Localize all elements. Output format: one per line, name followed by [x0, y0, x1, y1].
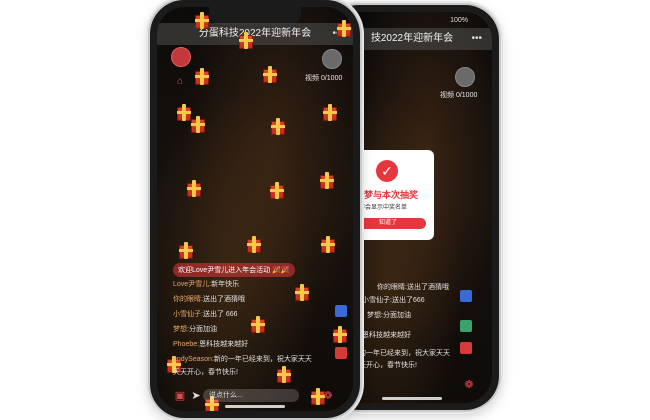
chat-line: 小雪仙子:送出了 666 — [173, 311, 238, 318]
side-button[interactable] — [335, 347, 347, 359]
chat-input[interactable]: 说点什么... — [203, 389, 299, 402]
gift-icon — [295, 284, 309, 301]
gift-icon — [263, 66, 277, 83]
home-indicator — [225, 405, 285, 408]
bottom-bar: ▣ ➤ 说点什么... ❁ — [173, 387, 337, 405]
send-icon[interactable]: ➤ — [189, 389, 203, 403]
chat-line: endySeason:新的一年已经来到，祝大家天天 — [173, 356, 312, 363]
gift-icon — [179, 242, 193, 259]
gift-icon — [251, 316, 265, 333]
chat-line: 天天开心，春节快乐! — [173, 369, 238, 376]
gift-icon — [177, 104, 191, 121]
chat-line: Love尹雪儿:新年快乐 — [173, 281, 240, 288]
page-title: 分蛋科技2022年迎新年会 ••• — [157, 23, 353, 45]
chat-line: 恩科技越来越好 — [362, 332, 411, 339]
home-icon[interactable]: ⌂ — [173, 75, 187, 89]
gift-icon — [277, 366, 291, 383]
modal-title: 助梦与本次抽奖 — [355, 190, 419, 200]
avatar[interactable] — [322, 49, 342, 69]
more-icon[interactable]: ••• — [471, 28, 482, 50]
gift-icon — [195, 68, 209, 85]
side-button[interactable] — [335, 305, 347, 317]
views-counter: 视频 0/1000 — [440, 92, 478, 99]
chat-line: 你的眼睛:送出了酒猜哦 — [173, 296, 245, 303]
views-counter: 视频 0/1000 — [305, 75, 343, 82]
chat-line: Phoebe:恩科技越来越好 — [173, 341, 249, 348]
gift-icon[interactable]: ❁ — [462, 378, 476, 392]
chat-line: 梦想:分面加油 — [367, 312, 411, 319]
lottery-modal: ✓ 助梦与本次抽奖 大屏会显示中奖名单 知道了 — [350, 150, 434, 240]
gift-icon — [321, 236, 335, 253]
front-phone-frame: 分蛋科技2022年迎新年会 ••• ⌂ 视频 0/1000 欢 — [150, 0, 360, 418]
gift-icon — [247, 236, 261, 253]
chat-line: 天天开心，春节快乐! — [352, 362, 417, 369]
side-button[interactable] — [460, 320, 472, 332]
modal-subtitle: 大屏会显示中奖名单 — [353, 205, 408, 211]
side-button[interactable] — [460, 342, 472, 354]
gift-icon — [271, 118, 285, 135]
chat-line: 新的一年已经来到，祝大家天天 — [352, 350, 450, 357]
gift-icon — [191, 116, 205, 133]
gift-box-icon[interactable]: ▣ — [173, 389, 187, 403]
gift-icon — [337, 20, 351, 37]
gift-icon — [270, 182, 284, 199]
gift-icon — [333, 326, 347, 343]
home-indicator — [382, 397, 442, 400]
chat-line: 你的眼睛:送出了酒猜哦 — [377, 284, 449, 291]
gift-icon — [323, 104, 337, 121]
side-button[interactable] — [460, 290, 472, 302]
gift-icon — [195, 12, 209, 29]
check-icon: ✓ — [376, 160, 398, 182]
join-notice: 欢迎Love尹雪儿进入年会活动 🎉🎉 — [173, 263, 295, 277]
ok-button[interactable]: 知道了 — [350, 218, 426, 229]
host-avatar[interactable] — [171, 47, 191, 67]
avatar[interactable] — [455, 67, 475, 87]
front-phone-screen: 分蛋科技2022年迎新年会 ••• ⌂ 视频 0/1000 欢 — [157, 7, 353, 411]
chat-line: 小雪仙子:送出了666 — [362, 297, 425, 304]
gift-icon — [187, 180, 201, 197]
gift-icon — [239, 32, 253, 49]
gift-icon — [320, 172, 334, 189]
chat-line: 梦想:分面加油 — [173, 326, 217, 333]
flower-icon[interactable]: ❁ — [321, 389, 335, 403]
